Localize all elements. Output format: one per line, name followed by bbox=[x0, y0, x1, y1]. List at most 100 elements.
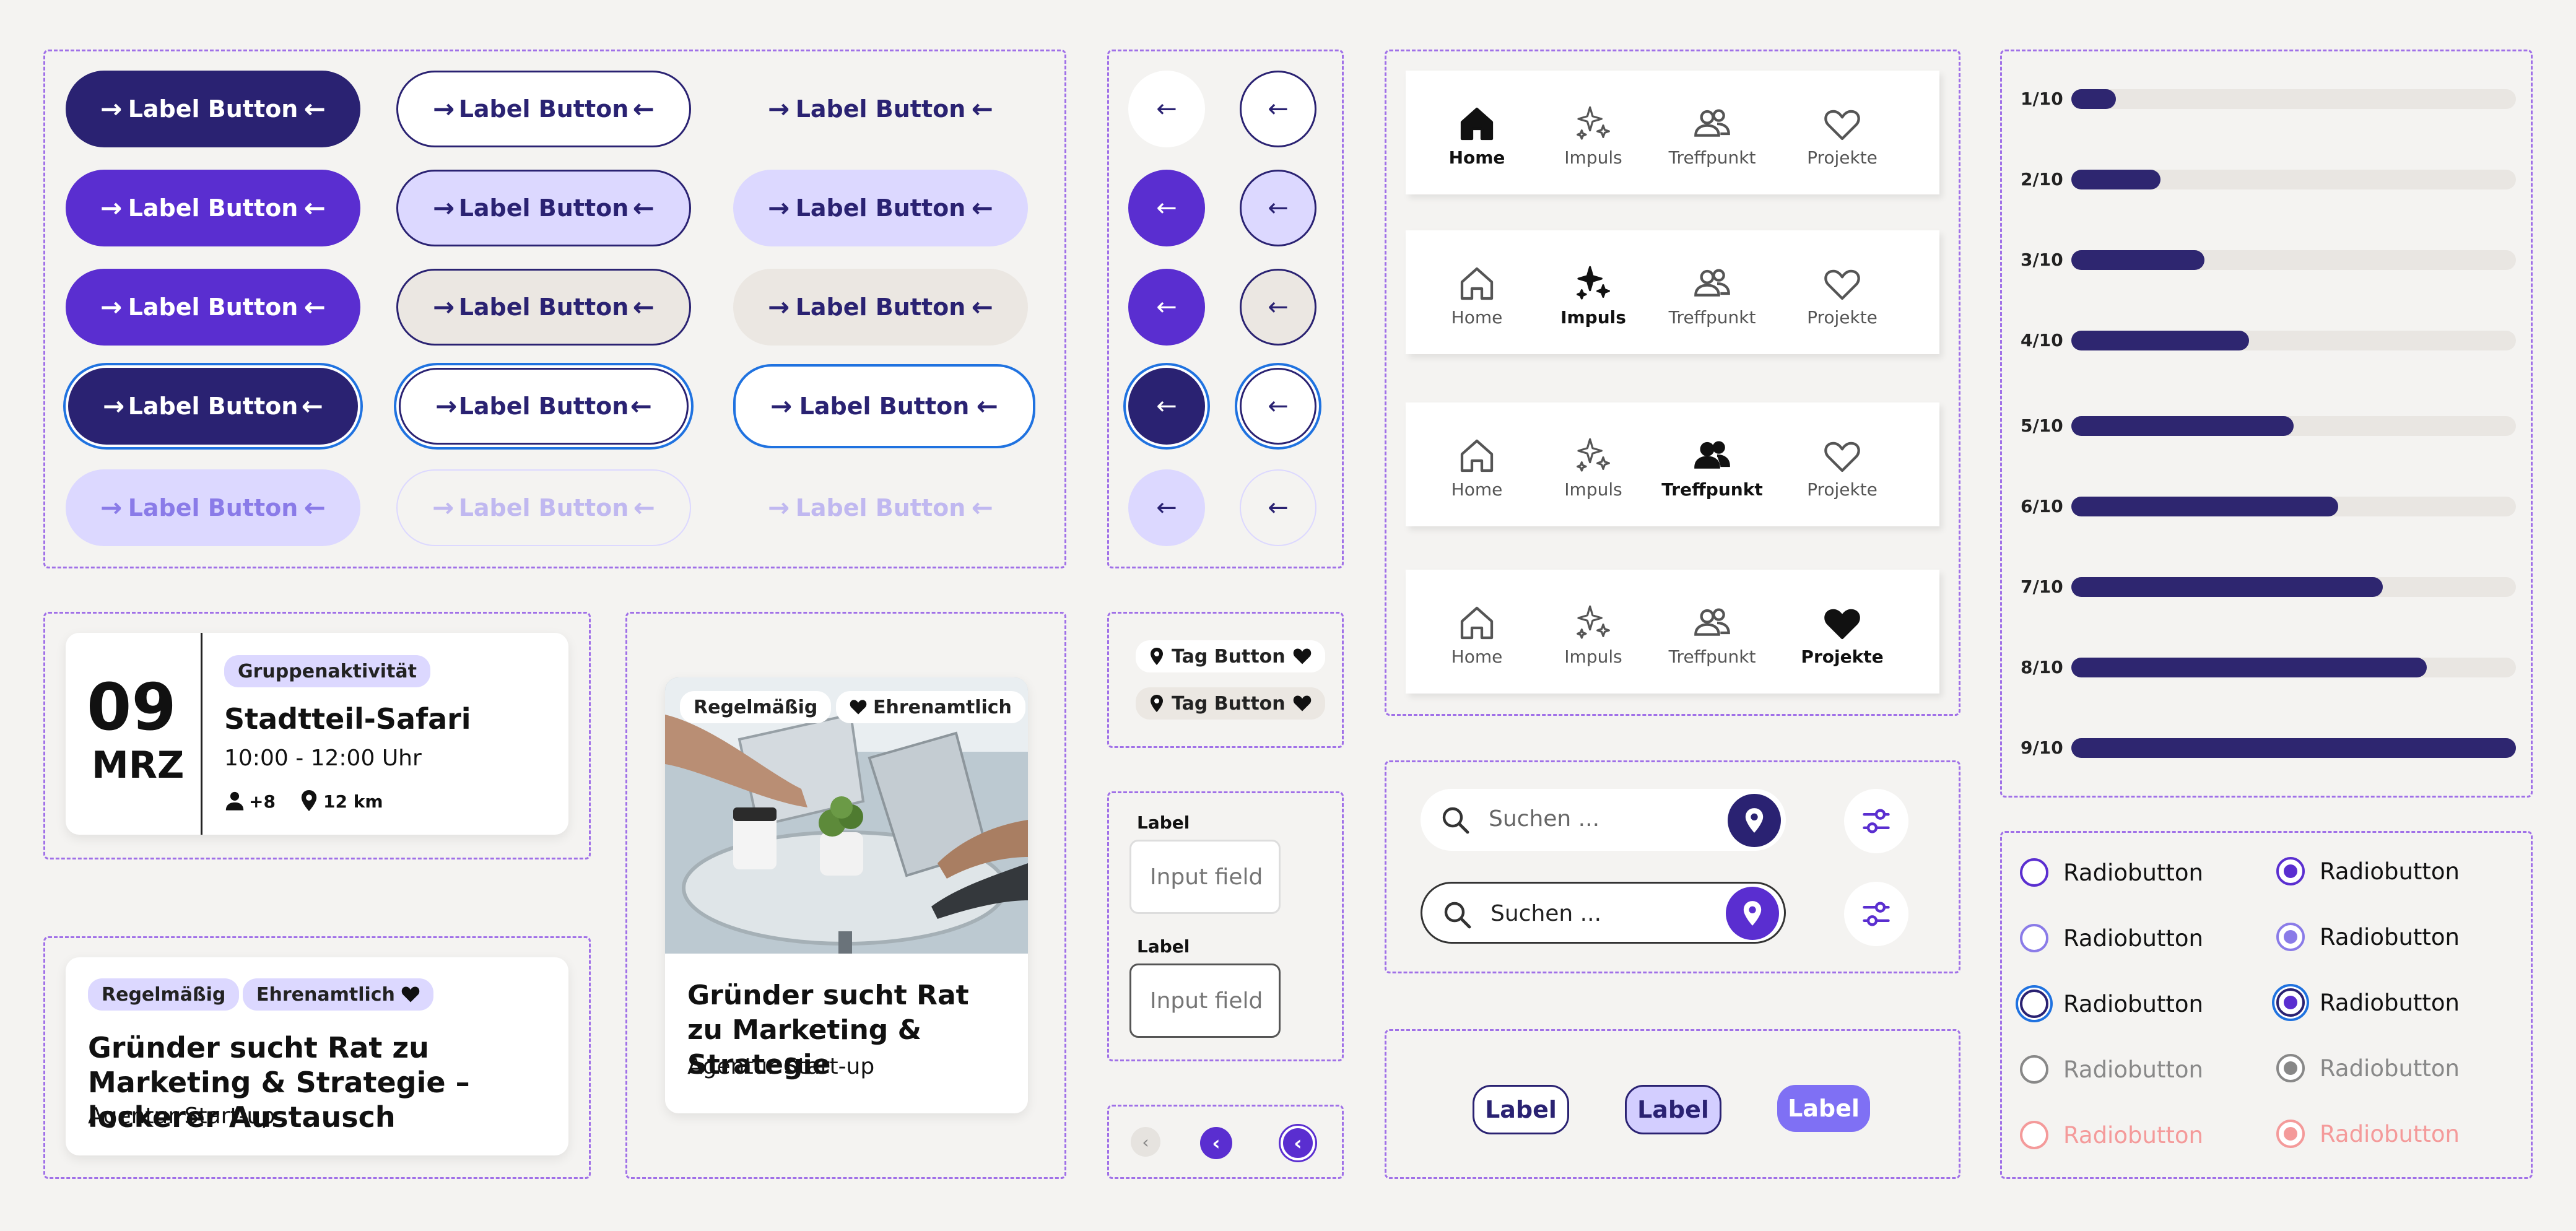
nav-item-projekte[interactable]: Projekte bbox=[1783, 436, 1901, 500]
circle-back-button-left-1[interactable]: ← bbox=[1128, 71, 1205, 147]
filter-button[interactable] bbox=[1844, 789, 1908, 853]
label-button-tertiary-5[interactable]: → Label Button ← bbox=[733, 469, 1028, 546]
label-button-tertiary-4[interactable]: → Label Button ← bbox=[733, 364, 1035, 448]
label-button-primary-1[interactable]: → Label Button ← bbox=[66, 71, 360, 147]
radio-button-selected[interactable]: Radiobutton bbox=[2276, 923, 2460, 951]
tag-button-beige[interactable]: Tag Button bbox=[1136, 687, 1325, 720]
label-button-primary-2[interactable]: → Label Button ← bbox=[66, 170, 360, 246]
nav-item-treffpunkt[interactable]: Treffpunkt bbox=[1653, 603, 1771, 667]
arrow-left-icon: ← bbox=[632, 292, 655, 322]
radio-button[interactable]: Radiobutton bbox=[2020, 990, 2203, 1018]
label-button-tertiary-3[interactable]: → Label Button ← bbox=[733, 269, 1028, 346]
nav-item-home[interactable]: Home bbox=[1430, 603, 1523, 667]
circle-back-button-left-2[interactable]: ← bbox=[1128, 170, 1205, 246]
nav-item-projekte[interactable]: Projekte bbox=[1783, 104, 1901, 168]
label-button-text: Label Button bbox=[458, 294, 629, 321]
location-button[interactable] bbox=[1726, 887, 1779, 940]
label-button-secondary-5[interactable]: → Label Button ← bbox=[396, 469, 691, 546]
radio-button-selected[interactable]: Radiobutton bbox=[2276, 1054, 2460, 1082]
radio-button-selected[interactable]: Radiobutton bbox=[2276, 1120, 2460, 1148]
progress-fill bbox=[2071, 497, 2338, 516]
label-button-primary-5[interactable]: → Label Button ← bbox=[66, 469, 360, 546]
nav-item-home[interactable]: Home bbox=[1430, 104, 1523, 168]
label-button-primary-4[interactable]: → Label Button ← bbox=[68, 368, 358, 445]
radio-button[interactable]: Radiobutton bbox=[2020, 924, 2203, 952]
label-button-secondary-2[interactable]: → Label Button ← bbox=[396, 170, 691, 246]
label-button-text: Label Button bbox=[458, 194, 629, 222]
arrow-left-icon: ← bbox=[301, 391, 323, 421]
label-button-text: Label Button bbox=[795, 294, 966, 321]
tag-ehrenamtlich: Ehrenamtlich bbox=[243, 978, 433, 1011]
nav-item-label: Impuls bbox=[1564, 646, 1622, 667]
arrow-right-icon: → bbox=[433, 292, 455, 322]
radio-circle bbox=[2020, 990, 2048, 1018]
progress-fill bbox=[2071, 577, 2383, 597]
input-field[interactable] bbox=[1129, 840, 1281, 914]
progress-label: 8/10 bbox=[2021, 657, 2063, 677]
arrow-left-icon: ← bbox=[632, 193, 655, 223]
location-button[interactable] bbox=[1728, 794, 1781, 847]
label-button-tertiary-1[interactable]: → Label Button ← bbox=[733, 71, 1028, 147]
search-bar-focused[interactable]: Suchen ... bbox=[1421, 882, 1786, 944]
back-button-outlined[interactable]: ‹ bbox=[1281, 1126, 1315, 1160]
heart-icon bbox=[850, 700, 867, 715]
label-button-primary-3[interactable]: → Label Button ← bbox=[66, 269, 360, 346]
nav-item-home[interactable]: Home bbox=[1430, 436, 1523, 500]
circle-back-button-right-4[interactable]: ← bbox=[1240, 368, 1316, 445]
chip-light[interactable]: Label bbox=[1625, 1085, 1721, 1134]
arrow-right-icon: → bbox=[103, 391, 125, 421]
event-card[interactable]: 09 MRZ Gruppenaktivität Stadtteil-Safari… bbox=[66, 633, 568, 835]
circle-back-button-left-4[interactable]: ← bbox=[1128, 368, 1205, 445]
circle-back-button-right-5[interactable]: ← bbox=[1240, 469, 1316, 546]
radio-button[interactable]: Radiobutton bbox=[2020, 1121, 2203, 1149]
nav-item-treffpunkt[interactable]: Treffpunkt bbox=[1653, 104, 1771, 168]
radio-button-selected[interactable]: Radiobutton bbox=[2276, 857, 2460, 885]
back-button-active[interactable]: ‹ bbox=[1200, 1127, 1232, 1159]
sparkles-icon bbox=[1577, 438, 1610, 472]
arrow-left-icon: ← bbox=[303, 193, 326, 223]
nav-item-impuls[interactable]: Impuls bbox=[1534, 104, 1652, 168]
progress-track bbox=[2071, 331, 2516, 350]
label-button-secondary-4[interactable]: → Label Button ← bbox=[399, 368, 689, 445]
chip-filled[interactable]: Label bbox=[1777, 1085, 1870, 1132]
nav-item-projekte[interactable]: Projekte bbox=[1783, 603, 1901, 667]
progress-row: 1/10 bbox=[2021, 88, 2516, 110]
arrow-left-icon: ← bbox=[303, 492, 326, 523]
radio-label: Radiobutton bbox=[2063, 859, 2204, 886]
progress-fill bbox=[2071, 89, 2116, 109]
image-card[interactable]: Regelmäßig Ehrenamtlich Gründer sucht Ra… bbox=[665, 677, 1028, 1113]
radio-button[interactable]: Radiobutton bbox=[2020, 858, 2203, 887]
label-button-secondary-1[interactable]: → Label Button ← bbox=[396, 71, 691, 147]
text-card[interactable]: Regelmäßig Ehrenamtlich Gründer sucht Ra… bbox=[66, 957, 568, 1155]
radio-button-selected[interactable]: Radiobutton bbox=[2276, 988, 2460, 1017]
nav-item-home[interactable]: Home bbox=[1430, 264, 1523, 328]
circle-back-button-left-5[interactable]: ← bbox=[1128, 469, 1205, 546]
filter-button[interactable] bbox=[1844, 882, 1908, 946]
label-button-secondary-3[interactable]: → Label Button ← bbox=[396, 269, 691, 346]
nav-item-treffpunkt[interactable]: Treffpunkt bbox=[1653, 436, 1771, 500]
arrow-left-icon: ← bbox=[971, 94, 993, 124]
nav-item-impuls[interactable]: Impuls bbox=[1534, 264, 1652, 328]
nav-item-projekte[interactable]: Projekte bbox=[1783, 264, 1901, 328]
heart-icon bbox=[1824, 609, 1860, 640]
input-field-focused[interactable] bbox=[1129, 963, 1281, 1038]
circle-back-button-left-3[interactable]: ← bbox=[1128, 269, 1205, 346]
home-icon bbox=[1460, 439, 1494, 472]
nav-item-treffpunkt[interactable]: Treffpunkt bbox=[1653, 264, 1771, 328]
arrow-right-icon: → bbox=[770, 391, 793, 421]
circle-back-button-right-1[interactable]: ← bbox=[1240, 71, 1316, 147]
back-button-disabled[interactable]: ‹ bbox=[1131, 1127, 1160, 1157]
radio-button[interactable]: Radiobutton bbox=[2020, 1055, 2203, 1084]
sliders-icon bbox=[1863, 809, 1890, 833]
label-button-tertiary-2[interactable]: → Label Button ← bbox=[733, 170, 1028, 246]
search-bar[interactable]: Suchen ... bbox=[1421, 789, 1786, 851]
arrow-right-icon: → bbox=[100, 492, 123, 523]
arrow-left-icon: ← bbox=[630, 391, 652, 421]
nav-item-impuls[interactable]: Impuls bbox=[1534, 436, 1652, 500]
circle-back-button-right-3[interactable]: ← bbox=[1240, 269, 1316, 346]
circle-back-button-right-2[interactable]: ← bbox=[1240, 170, 1316, 246]
nav-item-impuls[interactable]: Impuls bbox=[1534, 603, 1652, 667]
tag-button-white[interactable]: Tag Button bbox=[1136, 640, 1325, 672]
radio-circle bbox=[2276, 988, 2305, 1017]
chip-outline[interactable]: Label bbox=[1473, 1085, 1569, 1134]
